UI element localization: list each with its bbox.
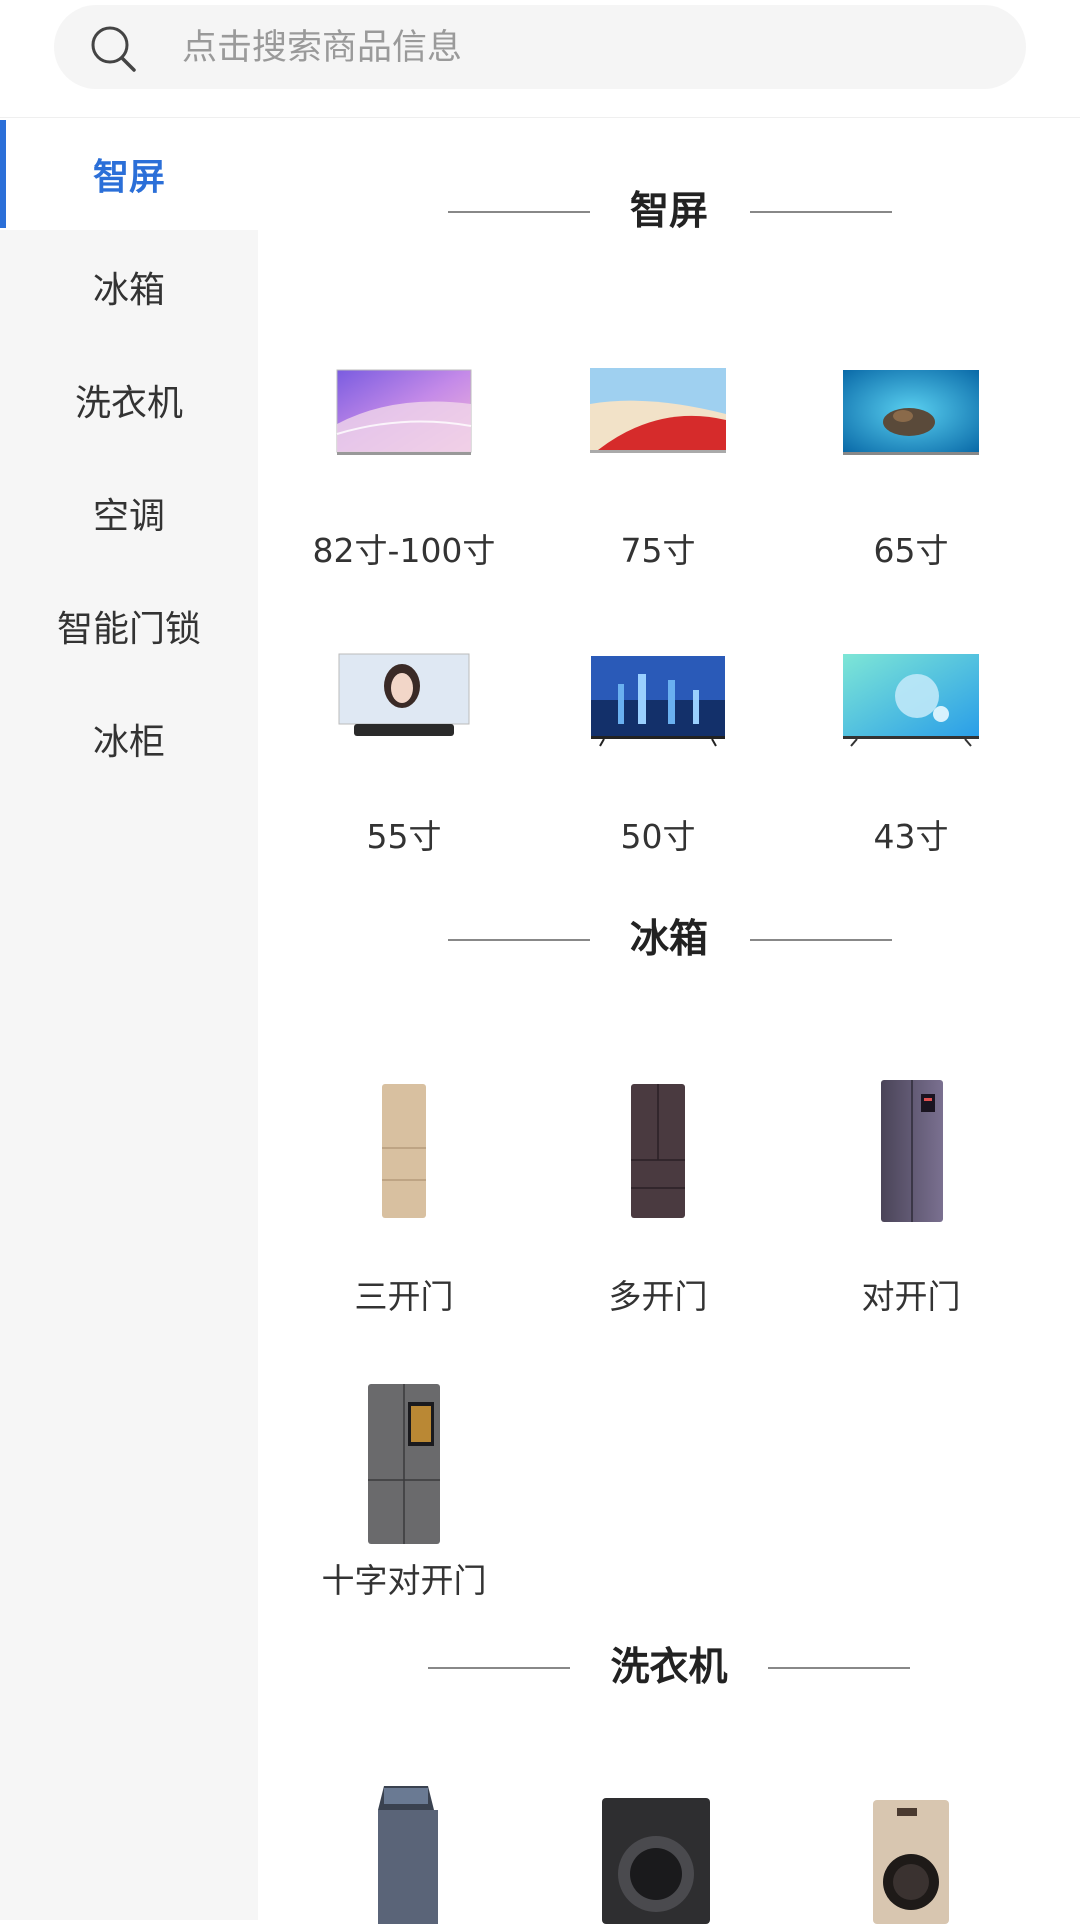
product-item-tv-50[interactable]: 50寸 — [538, 650, 778, 870]
sidebar-item-label: 洗衣机 — [74, 383, 183, 424]
search-bar[interactable] — [54, 5, 1026, 91]
product-item-tv-75[interactable]: 75寸 — [538, 364, 778, 584]
fridge-cross-door-image — [284, 1376, 524, 1546]
section-title: 智屏 — [629, 189, 708, 234]
product-label: 82寸-100寸 — [312, 531, 496, 570]
section-title: 冰箱 — [629, 917, 708, 962]
section-header-refrigerator: 冰箱 — [258, 910, 1080, 970]
product-label: 43寸 — [873, 817, 949, 856]
section-header-smart-screen: 智屏 — [258, 182, 1080, 242]
product-label: 75寸 — [620, 531, 696, 570]
sidebar-item-freezer[interactable]: 冰柜 — [0, 683, 258, 795]
active-indicator — [0, 120, 6, 228]
fridge-multi-door-image — [538, 1084, 778, 1242]
product-item-tv-55[interactable]: 55寸 — [284, 650, 524, 870]
product-label: 50寸 — [620, 817, 696, 856]
search-input[interactable] — [180, 5, 984, 91]
washer-front-load-champagne-image — [791, 1774, 1031, 1924]
product-item-washer-front-champagne[interactable] — [791, 1774, 1031, 1924]
sidebar-item-label: 智能门锁 — [56, 609, 201, 650]
sidebar-item-label: 冰柜 — [92, 722, 165, 763]
product-label: 对开门 — [861, 1277, 961, 1316]
product-label: 55寸 — [366, 817, 442, 856]
fridge-side-by-side-image — [791, 1080, 1031, 1242]
sidebar-item-label: 智屏 — [92, 157, 165, 198]
sidebar-item-label: 冰箱 — [92, 270, 165, 311]
tv-city-skyline-image — [538, 650, 778, 800]
product-item-tv-82-100[interactable]: 82寸-100寸 — [284, 364, 524, 584]
sidebar-item-air-conditioner[interactable]: 空调 — [0, 457, 258, 569]
product-catalog: 智屏 82寸-100寸 75寸 65寸 55寸 50寸 43寸 冰箱 三开门 多… — [258, 118, 1080, 1924]
sidebar-item-washing-machine[interactable]: 洗衣机 — [0, 344, 258, 456]
sidebar-item-label: 空调 — [92, 496, 165, 537]
sidebar-item-refrigerator[interactable]: 冰箱 — [0, 231, 258, 343]
sidebar-item-smart-lock[interactable]: 智能门锁 — [0, 570, 258, 682]
product-item-fridge-side-by-side[interactable]: 对开门 — [791, 1080, 1031, 1322]
product-label: 65寸 — [873, 531, 949, 570]
tv-blue-underwater-image — [791, 364, 1031, 514]
product-item-tv-65[interactable]: 65寸 — [791, 364, 1031, 584]
product-label: 十字对开门 — [321, 1561, 487, 1600]
product-label: 多开门 — [608, 1277, 708, 1316]
tv-teal-sphere-image — [791, 650, 1031, 800]
tv-red-landscape-image — [538, 364, 778, 514]
product-item-washer-front-dark[interactable] — [538, 1774, 778, 1924]
tv-purple-wave-image — [284, 364, 524, 514]
tv-portrait-soundbar-image — [284, 650, 524, 800]
washer-top-load-image — [284, 1774, 524, 1924]
section-title: 洗衣机 — [610, 1645, 728, 1690]
fridge-three-door-image — [284, 1084, 524, 1262]
category-sidebar: 智屏 冰箱 洗衣机 空调 智能门锁 冰柜 — [0, 118, 258, 1920]
product-item-tv-43[interactable]: 43寸 — [791, 650, 1031, 870]
product-item-fridge-three-door[interactable]: 三开门 — [284, 1084, 524, 1322]
product-item-washer-top-load[interactable] — [284, 1774, 524, 1924]
product-item-fridge-cross-door[interactable]: 十字对开门 — [284, 1376, 524, 1676]
product-item-fridge-multi-door[interactable]: 多开门 — [538, 1084, 778, 1322]
search-icon[interactable] — [90, 25, 138, 73]
product-label: 三开门 — [354, 1277, 454, 1316]
sidebar-item-smart-screen[interactable]: 智屏 — [0, 118, 258, 230]
section-header-washing-machine: 洗衣机 — [258, 1638, 1080, 1698]
washer-front-load-dark-image — [538, 1774, 778, 1924]
